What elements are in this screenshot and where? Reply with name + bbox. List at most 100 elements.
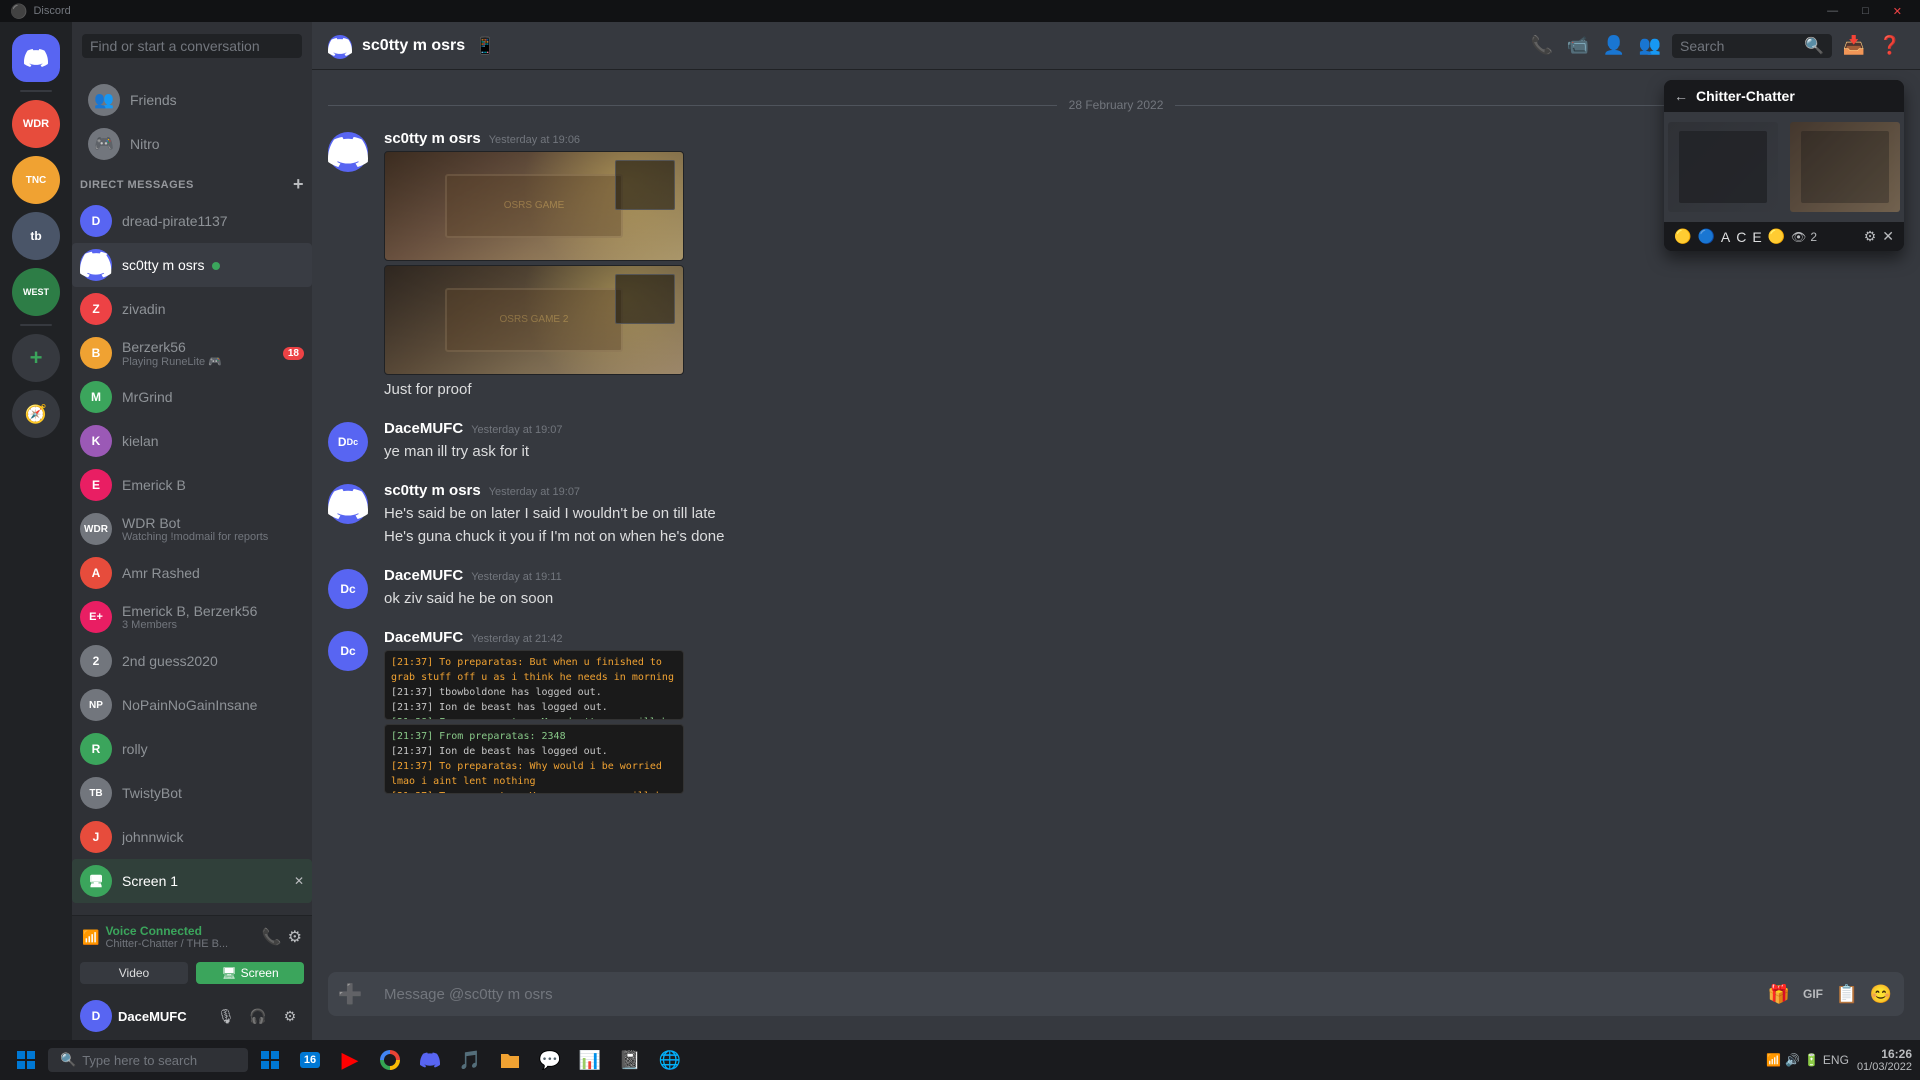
server-icon-west[interactable]: WEST <box>12 268 60 316</box>
add-server-button[interactable]: + <box>12 334 60 382</box>
taskbar-app-sheets[interactable]: 📊 <box>572 1042 608 1078</box>
chat-input[interactable] <box>380 975 1756 1014</box>
taskbar-app-spotify[interactable]: 🎵 <box>452 1042 488 1078</box>
header-search[interactable]: 🔍 <box>1672 34 1832 58</box>
msg-author-scotty-2[interactable]: sc0tty m osrs <box>384 482 481 499</box>
gif-icon[interactable]: GIF <box>1798 979 1828 1009</box>
add-friend-icon[interactable]: 👤 <box>1600 32 1628 60</box>
video-button[interactable]: Video <box>80 962 188 984</box>
pip-content <box>1664 112 1904 222</box>
screen-share-button[interactable]: 🖥 Screen <box>196 962 304 984</box>
gift-icon[interactable]: 🎁 <box>1764 979 1794 1009</box>
user-settings-button[interactable]: ⚙ <box>276 1002 304 1030</box>
taskbar-app-youtube[interactable]: ▶ <box>332 1042 368 1078</box>
minimize-button[interactable]: — <box>1819 3 1846 20</box>
taskbar-app-notes[interactable]: 📓 <box>612 1042 648 1078</box>
search-input[interactable] <box>90 38 294 54</box>
message-group-dace-2: Dc DaceMUFC Yesterday at 19:11 ok ziv sa… <box>328 563 1904 615</box>
emoji-icon[interactable]: 😊 <box>1866 979 1896 1009</box>
avatar-twistybot: TB <box>80 777 112 809</box>
friends-header-icon[interactable]: 👥 <box>1636 32 1664 60</box>
dm-item-screen1[interactable]: 🖥 Screen 1 ✕ <box>72 859 312 903</box>
chat-add-button[interactable]: ➕ <box>328 972 372 1016</box>
sticker-icon[interactable]: 📋 <box>1832 979 1862 1009</box>
online-indicator <box>212 262 220 270</box>
friends-item[interactable]: 👥 Friends <box>80 78 304 122</box>
msg-author-dace-1[interactable]: DaceMUFC <box>384 420 463 437</box>
call-icon[interactable]: 📞 <box>1528 32 1556 60</box>
dm-item-group[interactable]: E+ Emerick B, Berzerk56 3 Members <box>72 595 312 639</box>
dm-item-nopain[interactable]: NP NoPainNoGainInsane <box>72 683 312 727</box>
taskbar-app-whatsapp[interactable]: 💬 <box>532 1042 568 1078</box>
dm-add-button[interactable]: + <box>293 174 304 195</box>
titlebar: ⚫ Discord — □ ✕ <box>0 0 1920 22</box>
dm-item-johnnwick[interactable]: J johnnwick <box>72 815 312 859</box>
dm-item-kielan[interactable]: K kielan <box>72 419 312 463</box>
pip-emoji-1: 🟡 <box>1674 228 1691 245</box>
msg-author[interactable]: sc0tty m osrs <box>384 130 481 147</box>
taskbar-app-store[interactable]: 16 <box>292 1042 328 1078</box>
server-icon-wdr[interactable]: WDR <box>12 100 60 148</box>
taskbar-icons: 📶 🔊 🔋 ENG <box>1766 1053 1849 1067</box>
pip-footer: 🟡 🔵 A C E 🟡 👁 2 ⚙ ✕ <box>1664 222 1904 251</box>
msg-author-dace-2[interactable]: DaceMUFC <box>384 567 463 584</box>
server-icon-tb[interactable]: tb <box>12 212 60 260</box>
dm-item-twistybot[interactable]: TB TwistyBot <box>72 771 312 815</box>
msg-author-dace-3[interactable]: DaceMUFC <box>384 629 463 646</box>
taskbar-app-chrome[interactable] <box>372 1042 408 1078</box>
pip-emoji-3: A <box>1721 229 1730 245</box>
taskbar-app-explorer[interactable] <box>492 1042 528 1078</box>
mute-button[interactable]: 🎙 <box>212 1002 240 1030</box>
server-icon-explore[interactable]: 🧭 <box>12 390 60 438</box>
taskbar-search[interactable]: 🔍 Type here to search <box>48 1048 248 1072</box>
msg-text-dace-2: ok ziv said he be on soon <box>384 588 1904 609</box>
dm-item-wdrbot[interactable]: WDR WDR Bot Watching !modmail for report… <box>72 507 312 551</box>
titlebar-controls[interactable]: — □ ✕ <box>1819 3 1910 20</box>
taskbar-app-browser2[interactable]: 🌐 <box>652 1042 688 1078</box>
taskbar: 🔍 Type here to search 16 ▶ 🎵 💬 📊 📓 🌐 📶 🔊… <box>0 1040 1920 1080</box>
deafen-button[interactable]: 🎧 <box>244 1002 272 1030</box>
inbox-icon[interactable]: 📥 <box>1840 32 1868 60</box>
dm-item-berzerk[interactable]: B Berzerk56 Playing RuneLite 🎮 18 <box>72 331 312 375</box>
nitro-item[interactable]: 🎮 Nitro <box>80 122 304 166</box>
voice-end-call[interactable]: 📞 <box>262 927 282 947</box>
start-button[interactable] <box>8 1042 44 1078</box>
dm-item-amr[interactable]: A Amr Rashed <box>72 551 312 595</box>
taskbar-app-files[interactable] <box>252 1042 288 1078</box>
volume-icon[interactable]: 🔊 <box>1785 1053 1800 1067</box>
server-icon-tnc[interactable]: TNC <box>12 156 60 204</box>
header-search-input[interactable] <box>1680 38 1800 54</box>
dm-item-emerick[interactable]: E Emerick B <box>72 463 312 507</box>
dm-item-zivadin[interactable]: Z zivadin <box>72 287 312 331</box>
battery-icon[interactable]: 🔋 <box>1804 1053 1819 1067</box>
server-icon-discord[interactable] <box>12 34 60 82</box>
close-button[interactable]: ✕ <box>1885 3 1910 20</box>
header-search-icon: 🔍 <box>1804 36 1824 56</box>
taskbar-time[interactable]: 16:26 01/03/2022 <box>1857 1047 1912 1073</box>
avatar-emerick: E <box>80 469 112 501</box>
network-icon[interactable]: 📶 <box>1766 1053 1781 1067</box>
dm-item-2ndguess[interactable]: 2 2nd guess2020 <box>72 639 312 683</box>
pip-back-button[interactable]: ← <box>1674 88 1688 104</box>
pip-panel-left <box>1668 122 1778 212</box>
voice-settings[interactable]: ⚙ <box>288 927 302 947</box>
search-input-wrap[interactable] <box>82 34 302 58</box>
pip-close-button[interactable]: ✕ <box>1882 228 1894 245</box>
dm-item-dread-pirate[interactable]: D dread-pirate1137 <box>72 199 312 243</box>
search-bar[interactable] <box>72 22 312 70</box>
dm-item-rolly[interactable]: R rolly <box>72 727 312 771</box>
taskbar-app-discord[interactable] <box>412 1042 448 1078</box>
dm-item-scotty[interactable]: sc0tty m osrs <box>72 243 312 287</box>
help-icon[interactable]: ❓ <box>1876 32 1904 60</box>
chat-screenshot-1: [21:37] To preparatas: But when u finish… <box>384 650 684 720</box>
titlebar-left: ⚫ Discord <box>10 3 71 20</box>
message-group-scotty-2: sc0tty m osrs Yesterday at 19:07 He's sa… <box>328 478 1904 553</box>
pip-settings-button[interactable]: ⚙ <box>1864 228 1877 245</box>
pip-emoji-6: 🟡 <box>1768 228 1785 245</box>
nitro-icon: 🎮 <box>88 128 120 160</box>
maximize-button[interactable]: □ <box>1854 3 1877 20</box>
dm-item-mrgrind[interactable]: M MrGrind <box>72 375 312 419</box>
screen1-close[interactable]: ✕ <box>294 874 304 888</box>
avatar-screen1: 🖥 <box>80 865 112 897</box>
video-call-icon[interactable]: 📹 <box>1564 32 1592 60</box>
